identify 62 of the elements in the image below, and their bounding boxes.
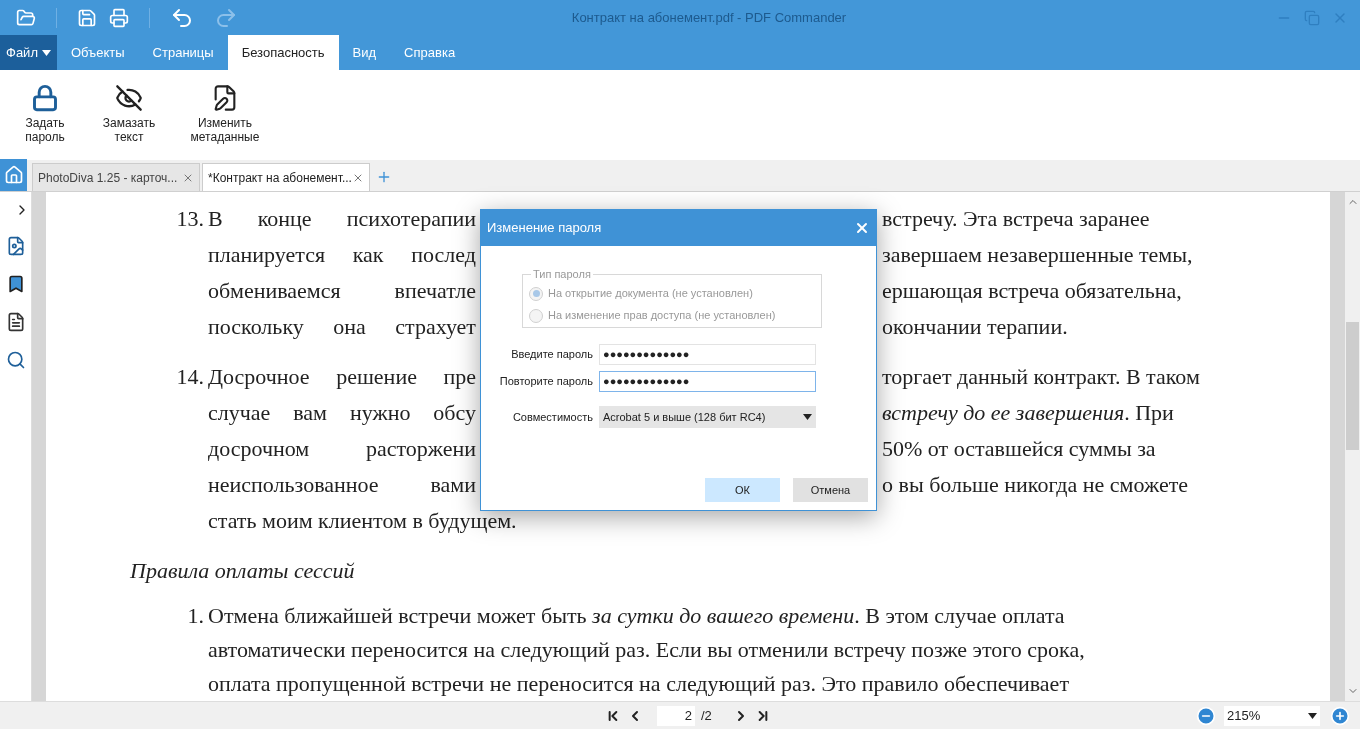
caret-icon [803, 414, 812, 420]
document-text-line: встречу. Эта встреча заранее [882, 205, 1150, 233]
print-icon[interactable] [109, 7, 129, 28]
close-icon[interactable] [854, 220, 870, 236]
field-label: Повторите пароль [498, 374, 594, 390]
document-text-line: В конце психотерапии [208, 205, 476, 233]
lock-icon [31, 84, 59, 112]
dialog-title: Изменение пароля [487, 219, 602, 238]
document-text-line: неиспользованное вами [208, 471, 476, 499]
zoom-out-icon[interactable] [1196, 705, 1216, 726]
ribbon-button-label[interactable]: Замазать текст [102, 116, 156, 144]
document-tab[interactable]: *Контракт на абонемент... [202, 163, 370, 191]
document-text-line: оплата пропущенной встречи не переносится на следующий раз. Это правило обеспечивает [208, 672, 1069, 696]
document-text-line: о вы больше никогда не сможете [882, 471, 1189, 499]
document-text-line: торгает данный контракт. В таком [882, 363, 1200, 391]
list-number: 14. [175, 363, 205, 391]
scrollbar[interactable] [1345, 192, 1360, 701]
document-tab[interactable]: PhotoDiva 1.25 - карточ... [32, 163, 200, 191]
field-label: Совместимость [511, 409, 594, 425]
document-text-line: встречу до ее завершения. При [882, 399, 1174, 427]
caret-icon [1308, 712, 1317, 719]
ribbon-button-label[interactable]: Изменить метаданные [190, 116, 260, 144]
caret-icon [41, 49, 51, 56]
ribbon-tab[interactable]: Безопасность [227, 35, 339, 70]
document-text-line: окончании терапии. [882, 313, 1068, 341]
document-text-line: Досрочное решение пре [208, 363, 476, 391]
scroll-thumb[interactable] [1346, 322, 1359, 450]
document-text-line: 50% от оставшейся суммы за [882, 435, 1156, 463]
zoom-select[interactable]: 215% [1224, 705, 1320, 726]
document-text-line: случае вам нужно обсу [208, 399, 476, 427]
document-text-line: поскольку она страхует [208, 313, 476, 341]
home-button[interactable] [0, 159, 27, 191]
ribbon-button-label[interactable]: Задать пароль [25, 116, 65, 144]
dialog-button[interactable]: ОК [705, 478, 780, 502]
document-text-line: планируется как послед [208, 241, 476, 269]
password-field[interactable]: ●●●●●●●●●●●●● [599, 344, 816, 365]
page-count: /2 [701, 706, 713, 725]
folder-open-icon[interactable] [16, 7, 36, 28]
dialog-button[interactable]: Отмена [793, 478, 868, 502]
add-tab-icon[interactable] [376, 169, 392, 185]
group-label: Тип пароля [532, 267, 592, 282]
document-text-line: досрочном расторжени [208, 435, 476, 463]
home-icon [3, 165, 24, 185]
document-text-line: стать моим клиентом в будущем. [208, 509, 517, 533]
document-text-line: ершающая встреча обязательна, [882, 277, 1182, 305]
field-label: Введите пароль [510, 347, 594, 363]
section-heading: Правила оплаты сессий [130, 557, 355, 585]
document-text-line: обмениваемся впечатле [208, 277, 476, 305]
compatibility-select[interactable]: Acrobat 5 и выше (128 бит RC4) [599, 406, 816, 428]
list-number: 1. [186, 602, 205, 630]
document-text-line: завершаем незавершенные темы, [882, 241, 1193, 269]
page-number-field[interactable]: 2 [657, 705, 695, 726]
zoom-in-icon[interactable] [1330, 705, 1350, 726]
list-number: 13. [175, 205, 205, 233]
document-text-line: Отмена ближайшей встречи может быть за сутки до вашего времени. В этом случае оплата [208, 604, 1065, 628]
window-title: Контракт на абонемент.pdf - PDF Commander [570, 8, 848, 27]
search-icon[interactable] [5, 350, 26, 370]
password-field[interactable]: ●●●●●●●●●●●●● [599, 371, 816, 392]
file-menu[interactable]: Файл [0, 35, 57, 70]
save-icon[interactable] [77, 7, 97, 28]
document-text-line: автоматически переносится на следующий раз. Если вы отменили встречу позже этого срока, [208, 638, 1085, 662]
eye-slash-icon [115, 84, 143, 112]
